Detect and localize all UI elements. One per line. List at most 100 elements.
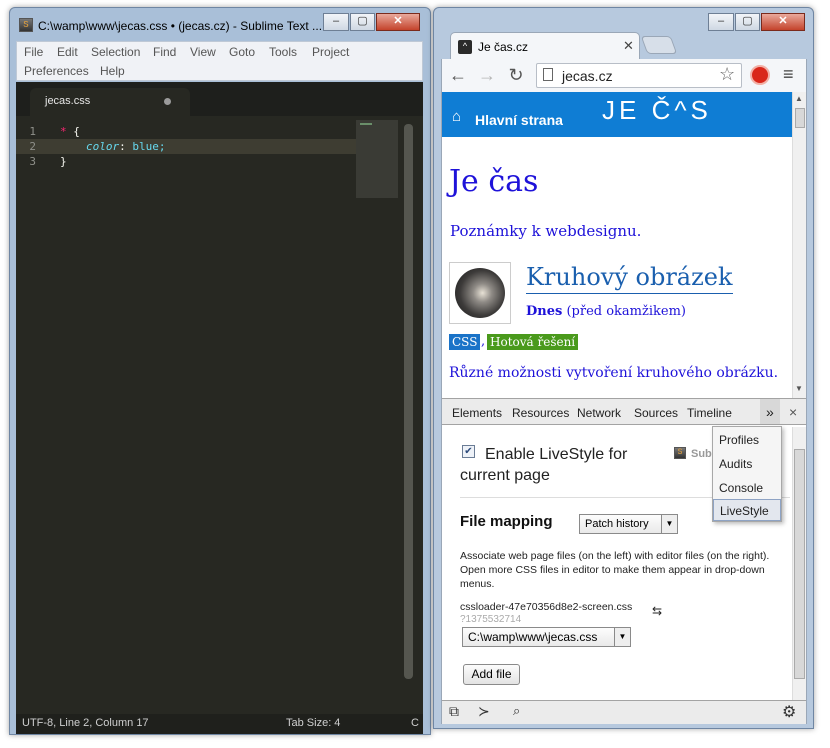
article-thumbnail-frame[interactable]: [449, 262, 511, 324]
patch-history-value: Patch history: [585, 518, 649, 530]
menu-selection[interactable]: Selection: [91, 45, 140, 59]
devtools-overflow-menu: Profiles Audits Console LiveStyle: [712, 426, 782, 522]
source-css-query: ?1375532714: [460, 614, 522, 625]
forward-arrow-icon[interactable]: →: [476, 64, 498, 86]
sublime-statusbar: UTF-8, Line 2, Column 17 Tab Size: 4 C: [16, 714, 423, 734]
code-line-1: * {: [60, 125, 80, 138]
patch-history-select[interactable]: Patch history ▼: [579, 514, 678, 534]
menu-item-livestyle[interactable]: LiveStyle: [713, 499, 781, 521]
css-colon: :: [119, 140, 126, 153]
menu-item-console[interactable]: Console: [713, 477, 781, 499]
menu-item-audits[interactable]: Audits: [713, 453, 781, 475]
sublime-menubar: File Edit Selection Find View Goto Tools…: [16, 41, 423, 81]
dock-icon[interactable]: ⧉: [449, 703, 459, 720]
page-icon: [543, 68, 553, 81]
current-line-highlight: [16, 139, 356, 154]
menu-view[interactable]: View: [190, 45, 216, 59]
tab-close-icon[interactable]: ✕: [623, 38, 634, 54]
editor-tab-label: jecas.css: [45, 95, 91, 107]
css-selector: *: [60, 125, 67, 138]
menu-find[interactable]: Find: [153, 45, 176, 59]
sublime-hint-text: Sub: [691, 448, 712, 460]
close-window-button[interactable]: ✕: [376, 13, 420, 31]
chrome-maximize-button[interactable]: ▢: [735, 13, 760, 31]
maximize-button[interactable]: ▢: [350, 13, 375, 31]
search-icon[interactable]: ⌕: [513, 703, 520, 719]
page-tagline: Poznámky k webdesignu.: [450, 222, 642, 240]
add-file-button[interactable]: Add file: [463, 664, 520, 685]
file-mapping-heading: File mapping: [460, 513, 553, 530]
status-syntax[interactable]: C: [411, 717, 419, 729]
gear-icon[interactable]: ⚙: [782, 702, 796, 722]
css-property: color: [86, 140, 120, 153]
tag-separator: ,: [481, 334, 486, 349]
minimap[interactable]: [356, 120, 398, 198]
editor-area[interactable]: jecas.css 1 2 3 * { color: blue; }: [16, 82, 423, 714]
site-header: ⌂ Hlavní strana JE Č^S: [442, 92, 792, 137]
chrome-close-button[interactable]: ✕: [761, 13, 805, 31]
editor-scrollbar[interactable]: [404, 124, 413, 679]
devtools-scroll-thumb[interactable]: [794, 449, 805, 679]
close-brace: }: [60, 155, 67, 168]
article-excerpt: Různé možnosti vytvoření kruhového obráz…: [449, 365, 779, 381]
page-scroll-thumb[interactable]: [795, 108, 805, 128]
code-line-2: color: blue;: [86, 140, 166, 153]
devtools-tab-network[interactable]: Network: [577, 406, 621, 420]
article-date: Dnes (před okamžikem): [526, 304, 686, 319]
devtools-close-icon[interactable]: ×: [789, 404, 797, 420]
devtools-tab-bar: Elements Resources Network Sources Timel…: [442, 398, 806, 425]
devtools-scrollbar[interactable]: [792, 427, 806, 700]
devtools-bottom-bar: ⧉ ≻ ⌕ ⚙: [442, 700, 806, 724]
menu-project[interactable]: Project: [312, 45, 349, 59]
new-tab-button[interactable]: [640, 36, 678, 54]
chrome-menu-icon[interactable]: ≡: [783, 64, 794, 85]
menu-file[interactable]: File: [24, 45, 43, 59]
menu-item-profiles[interactable]: Profiles: [713, 429, 781, 451]
console-drawer-icon[interactable]: ≻: [478, 703, 490, 720]
menu-edit[interactable]: Edit: [57, 45, 78, 59]
page-heading[interactable]: Je čas: [449, 164, 538, 199]
chrome-minimize-button[interactable]: –: [708, 13, 734, 31]
reload-icon[interactable]: ↻: [505, 64, 527, 86]
sublime-small-icon: S: [674, 447, 686, 459]
chrome-window: – ▢ ✕ ^ Je čas.cz ✕ ← → ↻ jecas.cz ☆ ≡ ⌂…: [433, 7, 814, 729]
editor-tab-jecas-css[interactable]: jecas.css: [30, 88, 190, 116]
editor-file-select[interactable]: C:\wamp\www\jecas.css ▼: [462, 627, 631, 647]
article-title-link[interactable]: Kruhový obrázek: [526, 263, 733, 294]
tag-css[interactable]: CSS: [449, 334, 481, 350]
back-arrow-icon[interactable]: ←: [447, 64, 469, 86]
article-date-rest: (před okamžikem): [566, 304, 686, 319]
site-logo[interactable]: JE Č^S: [602, 95, 712, 126]
address-bar[interactable]: jecas.cz ☆: [536, 63, 742, 88]
minimize-button[interactable]: –: [323, 13, 349, 31]
menu-goto[interactable]: Goto: [229, 45, 255, 59]
scroll-up-arrow-icon[interactable]: ▲: [795, 94, 803, 103]
devtools-tab-sources[interactable]: Sources: [634, 406, 678, 420]
devtools-tab-timeline[interactable]: Timeline: [687, 406, 732, 420]
page-scrollbar[interactable]: ▲ ▼: [792, 92, 806, 398]
status-position: UTF-8, Line 2, Column 17: [22, 717, 149, 729]
sublime-window: S C:\wamp\www\jecas.css • (jecas.cz) - S…: [9, 7, 431, 735]
line-number: 1: [29, 125, 36, 138]
open-brace: {: [73, 125, 80, 138]
devtools-tab-elements[interactable]: Elements: [452, 406, 502, 420]
unsaved-dot-icon[interactable]: [164, 98, 171, 105]
css-value: blue;: [132, 140, 166, 153]
more-tabs-chevron-icon[interactable]: »: [766, 404, 774, 420]
address-text: jecas.cz: [562, 68, 613, 84]
home-icon[interactable]: ⌂: [452, 108, 461, 125]
menu-help[interactable]: Help: [100, 64, 125, 78]
menu-preferences[interactable]: Preferences: [24, 64, 89, 78]
tag-hotova-reseni[interactable]: Hotová řešení: [487, 334, 579, 350]
status-tab-size[interactable]: Tab Size: 4: [286, 717, 340, 729]
chevron-down-icon: ▼: [661, 515, 677, 533]
bookmark-star-icon[interactable]: ☆: [719, 64, 735, 85]
scroll-down-arrow-icon[interactable]: ▼: [795, 384, 803, 393]
browser-tab[interactable]: ^ Je čas.cz ✕: [450, 32, 640, 60]
home-link[interactable]: Hlavní strana: [475, 112, 563, 128]
menu-tools[interactable]: Tools: [269, 45, 297, 59]
devtools-tab-resources[interactable]: Resources: [512, 406, 569, 420]
minimap-code: [360, 123, 372, 125]
chevron-down-icon: ▼: [614, 628, 630, 646]
adblock-stop-icon[interactable]: [750, 65, 770, 85]
